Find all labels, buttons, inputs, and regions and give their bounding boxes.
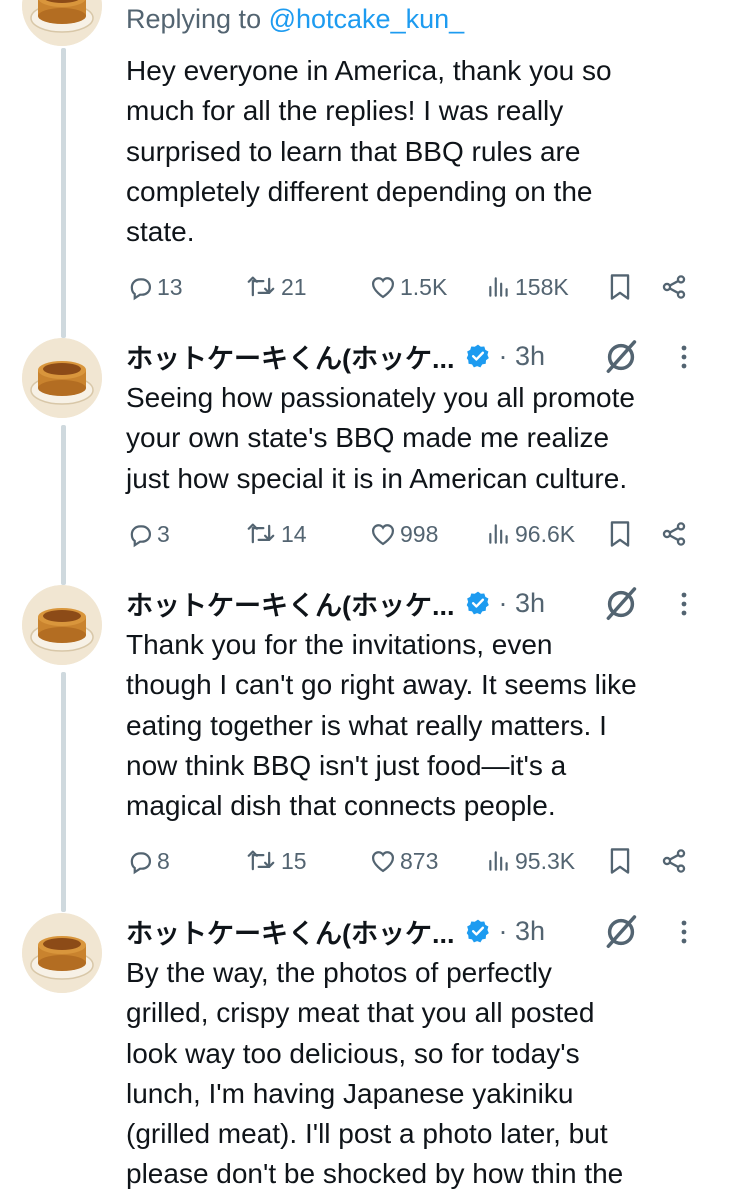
post-text-line: much for all the replies! I was really: [126, 95, 564, 127]
replying-to: Replying to @hotcake_kun_: [126, 4, 464, 35]
repost-arrows-icon: [244, 520, 278, 548]
post-header: ホットケーキくん(ホッケ... · 3h: [126, 911, 706, 951]
reply-button[interactable]: 3: [126, 517, 170, 551]
post-text-line: (grilled meat). I'll post a photo later,…: [126, 1118, 608, 1150]
views-count: 95.3K: [515, 847, 576, 874]
post-text-line: look way too delicious, so for today's: [126, 1037, 580, 1069]
post-text-line: Hey everyone in America, thank you so: [126, 55, 612, 86]
post-text: Hey everyone in America, thank you so mu…: [126, 51, 612, 252]
share-button[interactable]: [660, 517, 688, 551]
views-count: 96.6K: [515, 520, 576, 547]
heart-icon: [369, 520, 397, 548]
replying-to-label: Replying to: [126, 4, 269, 34]
like-button[interactable]: 998: [369, 517, 438, 551]
post-text-line: magical dish that connects people.: [126, 790, 556, 822]
bar-chart-icon: [486, 847, 512, 875]
bookmark-icon: [607, 272, 633, 302]
repost-arrows-icon: [244, 273, 278, 301]
post-text: Thank you for the invitations, even thou…: [126, 625, 637, 826]
reply-handle-link[interactable]: @hotcake_kun_: [269, 4, 465, 34]
bar-chart-icon: [486, 273, 512, 301]
reply-count: 8: [157, 847, 170, 874]
verified-badge-icon: [465, 918, 491, 944]
post[interactable]: ホットケーキくん(ホッケ... · 3h Seeing how passiona…: [0, 336, 729, 566]
bar-chart-icon: [486, 520, 512, 548]
views-button[interactable]: 96.6K: [486, 517, 575, 551]
views-button[interactable]: 158K: [486, 270, 569, 304]
post-text-line: though I can't go right away. It seems l…: [126, 669, 637, 701]
repost-arrows-icon: [244, 847, 278, 875]
post-text-line: state.: [126, 216, 195, 248]
repost-count: 21: [281, 273, 307, 300]
more-dots-icon[interactable]: [680, 344, 688, 370]
post[interactable]: ホットケーキくん(ホッケ... · 3h By the way, the pho…: [0, 911, 729, 1199]
post-time[interactable]: · 3h: [499, 916, 546, 947]
grok-icon[interactable]: [602, 338, 640, 376]
post-header: ホットケーキくん(ホッケ... · 3h: [126, 583, 706, 623]
reply-count: 3: [157, 520, 170, 547]
author-name[interactable]: ホットケーキくん(ホッケ...: [126, 584, 455, 623]
author-name[interactable]: ホットケーキくん(ホッケ...: [126, 337, 455, 376]
share-button[interactable]: [660, 270, 688, 304]
post-text-line: Thank you for the invitations, even: [126, 629, 553, 660]
like-count: 998: [400, 520, 439, 547]
repost-count: 15: [281, 847, 307, 874]
post-header: ホットケーキくん(ホッケ... · 3h: [126, 336, 706, 376]
post-text-line: now think BBQ isn't just food—it's a: [126, 749, 567, 781]
post-text-line: Seeing how passionately you all promote: [126, 382, 635, 413]
speech-bubble-icon: [126, 520, 154, 548]
post-text-line: lunch, I'm having Japanese yakiniku: [126, 1077, 574, 1109]
action-bar: 3 14 998 96.6K: [126, 517, 696, 551]
post-text-line: please don't be shocked by how thin the: [126, 1158, 624, 1190]
speech-bubble-icon: [126, 273, 154, 301]
post-time[interactable]: · 3h: [499, 341, 546, 372]
views-button[interactable]: 95.3K: [486, 844, 575, 878]
post-text-line: surprised to learn that BBQ rules are: [126, 135, 581, 167]
post[interactable]: ホットケーキくん(ホッケ... · 3h Thank you for the i…: [0, 583, 729, 893]
heart-icon: [369, 273, 397, 301]
bookmark-icon: [607, 519, 633, 549]
speech-bubble-icon: [126, 847, 154, 875]
heart-icon: [369, 847, 397, 875]
post-time[interactable]: · 3h: [499, 588, 546, 619]
more-dots-icon[interactable]: [680, 591, 688, 617]
post-text-line: just how special it is in American cultu…: [126, 462, 628, 494]
like-button[interactable]: 873: [369, 844, 438, 878]
post-text-line: grilled, crispy meat that you all posted: [126, 997, 595, 1029]
post-text-line: your own state's BBQ made me realize: [126, 422, 610, 454]
post-text: Seeing how passionately you all promote …: [126, 378, 635, 499]
repost-button[interactable]: 21: [244, 270, 307, 304]
share-icon: [660, 520, 688, 548]
share-button[interactable]: [660, 844, 688, 878]
grok-icon[interactable]: [602, 585, 640, 623]
repost-count: 14: [281, 520, 307, 547]
share-icon: [660, 847, 688, 875]
reply-button[interactable]: 8: [126, 844, 170, 878]
grok-icon[interactable]: [602, 913, 640, 951]
share-icon: [660, 273, 688, 301]
verified-badge-icon: [465, 590, 491, 616]
author-name[interactable]: ホットケーキくん(ホッケ...: [126, 912, 455, 951]
views-count: 158K: [515, 273, 569, 300]
like-count: 873: [400, 847, 439, 874]
repost-button[interactable]: 15: [244, 844, 307, 878]
bookmark-button[interactable]: [607, 270, 633, 304]
bookmark-icon: [607, 846, 633, 876]
post-text: By the way, the photos of perfectly gril…: [126, 953, 623, 1195]
repost-button[interactable]: 14: [244, 517, 307, 551]
verified-badge-icon: [465, 343, 491, 369]
bookmark-button[interactable]: [607, 517, 633, 551]
more-dots-icon[interactable]: [680, 919, 688, 945]
post-text-line: completely different depending on the: [126, 175, 593, 207]
post-text-line: By the way, the photos of perfectly: [126, 957, 552, 988]
action-bar: 8 15 873 95.3K: [126, 844, 696, 878]
bookmark-button[interactable]: [607, 844, 633, 878]
reply-button[interactable]: 13: [126, 270, 183, 304]
action-bar: 13 21 1.5K 158K: [126, 270, 696, 304]
like-count: 1.5K: [400, 273, 448, 300]
reply-count: 13: [157, 273, 183, 300]
post-text-line: eating together is what really matters. …: [126, 709, 607, 741]
like-button[interactable]: 1.5K: [369, 270, 447, 304]
post[interactable]: Replying to @hotcake_kun_ Hey everyone i…: [0, 0, 729, 310]
